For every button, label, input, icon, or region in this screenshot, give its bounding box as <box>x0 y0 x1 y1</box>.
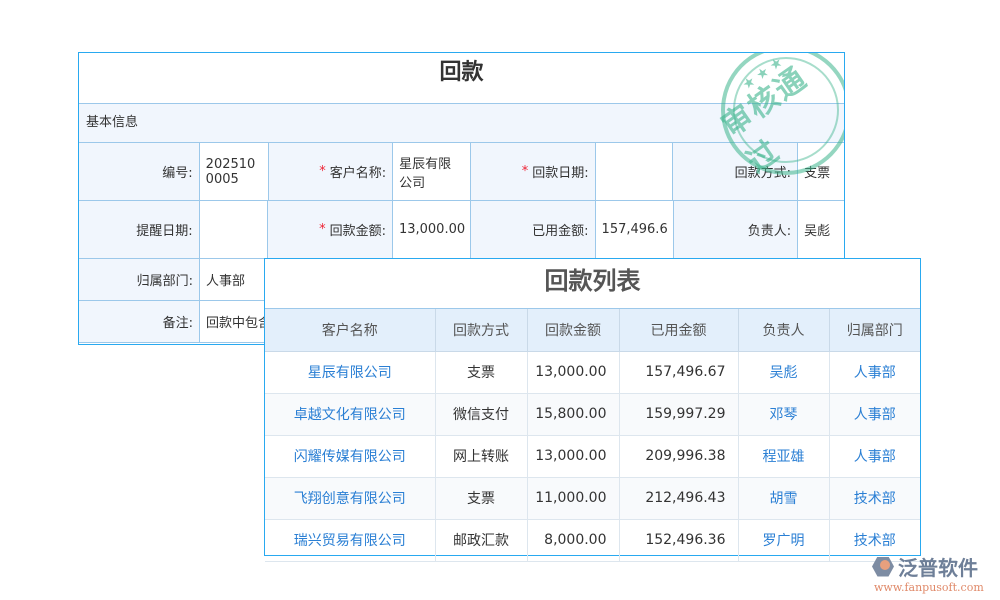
dept-cell[interactable]: 人事部 <box>829 435 920 477</box>
amount-cell: 8,000.00 <box>527 519 619 561</box>
col-dept: 归属部门 <box>829 309 920 351</box>
amount-cell: 15,800.00 <box>527 393 619 435</box>
required-mark: * <box>319 222 326 237</box>
amount-cell: 13,000.00 <box>527 351 619 393</box>
used-cell: 159,997.29 <box>619 393 738 435</box>
used-cell: 152,496.36 <box>619 519 738 561</box>
date-value <box>596 143 674 200</box>
dept-label: 归属部门: <box>79 259 200 300</box>
form-title: 回款 <box>79 53 844 104</box>
section-basic-info: 基本信息 <box>79 104 844 143</box>
col-used: 已用金额 <box>619 309 738 351</box>
remind-value <box>200 201 269 258</box>
customer-label: 客户名称: <box>330 162 386 181</box>
amount-label: 回款金额: <box>330 220 386 239</box>
method-cell: 支票 <box>435 351 527 393</box>
note-label: 备注: <box>79 301 200 342</box>
customer-cell[interactable]: 星辰有限公司 <box>265 351 435 393</box>
col-method: 回款方式 <box>435 309 527 351</box>
customer-value: 星辰有限公司 <box>393 143 471 200</box>
owner-cell[interactable]: 邓琴 <box>738 393 829 435</box>
list-title: 回款列表 <box>265 259 920 309</box>
method-label: 回款方式: <box>673 143 798 200</box>
table-row[interactable]: 星辰有限公司支票13,000.00157,496.67吴彪人事部 <box>265 351 920 393</box>
customer-cell[interactable]: 卓越文化有限公司 <box>265 393 435 435</box>
owner-label: 负责人: <box>674 201 799 258</box>
required-mark: * <box>319 164 326 179</box>
dept-cell[interactable]: 技术部 <box>829 477 920 519</box>
amount-cell: 13,000.00 <box>527 435 619 477</box>
used-value: 157,496.6 <box>596 201 674 258</box>
code-value: 2025100005 <box>200 143 269 200</box>
method-cell: 邮政汇款 <box>435 519 527 561</box>
method-cell: 支票 <box>435 477 527 519</box>
customer-cell[interactable]: 瑞兴贸易有限公司 <box>265 519 435 561</box>
used-cell: 157,496.67 <box>619 351 738 393</box>
col-owner: 负责人 <box>738 309 829 351</box>
table-row[interactable]: 闪耀传媒有限公司网上转账13,000.00209,996.38程亚雄人事部 <box>265 435 920 477</box>
customer-cell[interactable]: 飞翔创意有限公司 <box>265 477 435 519</box>
logo-icon <box>872 557 894 577</box>
used-cell: 209,996.38 <box>619 435 738 477</box>
owner-cell[interactable]: 胡雪 <box>738 477 829 519</box>
payment-table: 客户名称 回款方式 回款金额 已用金额 负责人 归属部门 星辰有限公司支票13,… <box>265 309 920 562</box>
table-row[interactable]: 卓越文化有限公司微信支付15,800.00159,997.29邓琴人事部 <box>265 393 920 435</box>
owner-cell[interactable]: 罗广明 <box>738 519 829 561</box>
payment-list: 回款列表 客户名称 回款方式 回款金额 已用金额 负责人 归属部门 星辰有限公司… <box>264 258 921 556</box>
amount-value: 13,000.00 <box>393 201 471 258</box>
owner-cell[interactable]: 吴彪 <box>738 351 829 393</box>
used-cell: 212,496.43 <box>619 477 738 519</box>
dept-cell[interactable]: 人事部 <box>829 393 920 435</box>
customer-cell[interactable]: 闪耀传媒有限公司 <box>265 435 435 477</box>
fanpusoft-logo: 泛普软件 www.fanpusoft.com <box>872 552 992 594</box>
table-row[interactable]: 瑞兴贸易有限公司邮政汇款8,000.00152,496.36罗广明技术部 <box>265 519 920 561</box>
method-cell: 网上转账 <box>435 435 527 477</box>
owner-cell[interactable]: 程亚雄 <box>738 435 829 477</box>
col-amount: 回款金额 <box>527 309 619 351</box>
owner-value: 吴彪 <box>798 201 844 258</box>
dept-cell[interactable]: 人事部 <box>829 351 920 393</box>
col-customer: 客户名称 <box>265 309 435 351</box>
required-mark: * <box>522 164 529 179</box>
method-cell: 微信支付 <box>435 393 527 435</box>
method-value: 支票 <box>798 143 844 200</box>
table-row[interactable]: 飞翔创意有限公司支票11,000.00212,496.43胡雪技术部 <box>265 477 920 519</box>
code-label: 编号: <box>79 143 200 200</box>
remind-label: 提醒日期: <box>79 201 200 258</box>
used-label: 已用金额: <box>471 201 596 258</box>
date-label: 回款日期: <box>532 162 588 181</box>
amount-cell: 11,000.00 <box>527 477 619 519</box>
